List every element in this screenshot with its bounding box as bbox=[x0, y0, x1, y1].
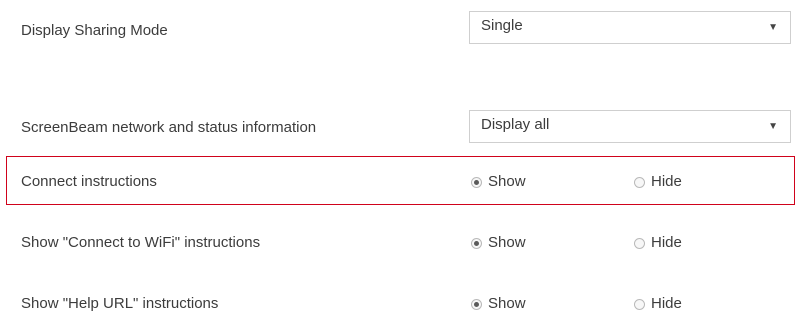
help-url-instructions-label: Show "Help URL" instructions bbox=[21, 295, 219, 312]
hide-option-label: Hide bbox=[651, 173, 682, 190]
hide-option-label: Hide bbox=[651, 295, 682, 312]
display-sharing-mode-label: Display Sharing Mode bbox=[21, 22, 168, 39]
caret-down-icon: ▼ bbox=[768, 121, 778, 132]
show-option-label: Show bbox=[488, 295, 526, 312]
display-sharing-mode-value: Single bbox=[481, 17, 523, 34]
connect-instructions-hide-radio[interactable]: Hide bbox=[634, 173, 682, 191]
wifi-instructions-hide-radio[interactable]: Hide bbox=[634, 234, 682, 252]
radio-checked-icon[interactable] bbox=[471, 237, 482, 249]
connect-instructions-show-radio[interactable]: Show bbox=[471, 173, 526, 191]
radio-unchecked-icon[interactable] bbox=[634, 298, 645, 310]
radio-unchecked-icon[interactable] bbox=[634, 176, 645, 188]
show-option-label: Show bbox=[488, 234, 526, 251]
radio-unchecked-icon[interactable] bbox=[634, 237, 645, 249]
radio-checked-icon[interactable] bbox=[471, 176, 482, 188]
show-option-label: Show bbox=[488, 173, 526, 190]
help-url-instructions-hide-radio[interactable]: Hide bbox=[634, 295, 682, 313]
help-url-instructions-show-radio[interactable]: Show bbox=[471, 295, 526, 313]
connect-instructions-label: Connect instructions bbox=[21, 173, 157, 190]
network-status-label: ScreenBeam network and status informatio… bbox=[21, 119, 317, 136]
hide-option-label: Hide bbox=[651, 234, 682, 251]
network-status-value: Display all bbox=[481, 116, 550, 133]
wifi-instructions-label: Show "Connect to WiFi" instructions bbox=[21, 234, 261, 251]
radio-checked-icon[interactable] bbox=[471, 298, 482, 310]
caret-down-icon: ▼ bbox=[768, 22, 778, 33]
wifi-instructions-show-radio[interactable]: Show bbox=[471, 234, 526, 252]
display-sharing-mode-select[interactable]: Single ▼ bbox=[469, 11, 791, 44]
network-status-select[interactable]: Display all ▼ bbox=[469, 110, 791, 143]
